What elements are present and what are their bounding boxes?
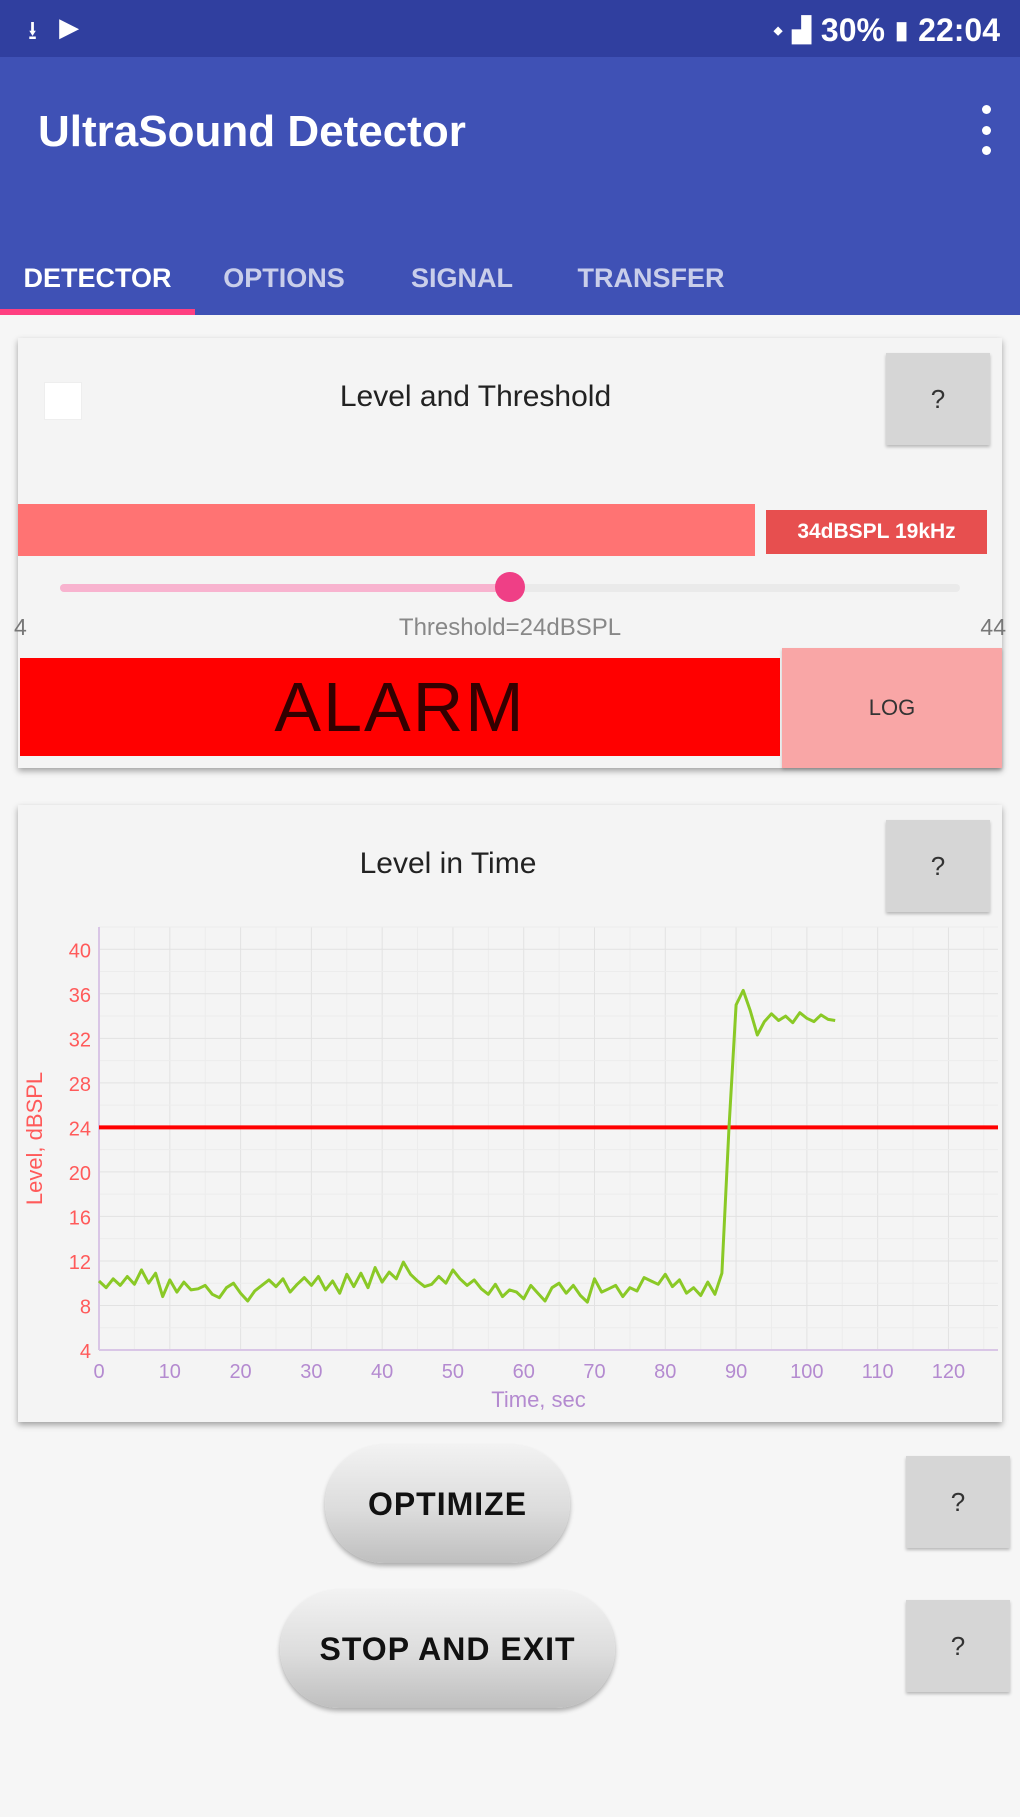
x-tick-label: 50	[442, 1361, 464, 1383]
status-system: ⬩ ▟ 30% ▮ 22:04	[774, 12, 1000, 49]
x-tick-label: 120	[932, 1361, 965, 1383]
y-tick-label: 16	[69, 1207, 91, 1229]
tab-options[interactable]: OPTIONS	[195, 242, 373, 315]
wifi-icon: ⬩	[773, 16, 783, 44]
alarm-indicator: ALARM	[20, 658, 780, 756]
play-store-icon: ▶	[59, 12, 80, 42]
y-tick-label: 28	[69, 1074, 91, 1096]
y-tick-label: 12	[69, 1252, 91, 1274]
x-tick-label: 60	[513, 1361, 535, 1383]
signal-icon: ▟	[792, 17, 811, 44]
log-button[interactable]: LOG	[782, 648, 1002, 768]
x-tick-label: 110	[862, 1361, 894, 1383]
tab-indicator	[0, 309, 195, 315]
battery-percent: 30%	[820, 12, 885, 48]
status-bar: ⭳ ▶ ⬩ ▟ 30% ▮ 22:04	[0, 0, 1020, 57]
level-in-time-card: Level in Time ? 4 8 12 16 20 24 28 32 36 40 0 10 20 3…	[18, 805, 1002, 1422]
app-title: UltraSound Detector	[38, 107, 466, 156]
y-tick-label: 20	[69, 1163, 91, 1185]
x-tick-label: 80	[654, 1361, 676, 1383]
x-tick-label: 10	[159, 1361, 181, 1383]
x-tick-label: 90	[725, 1361, 747, 1383]
clock: 22:04	[918, 12, 1000, 48]
threshold-slider-thumb[interactable]	[495, 572, 525, 602]
x-tick-label: 30	[300, 1361, 322, 1383]
optimize-button[interactable]: OPTIMIZE	[325, 1445, 570, 1563]
level-help-button[interactable]: ?	[886, 353, 990, 445]
tab-bar: DETECTOR OPTIONS SIGNAL TRANSFER	[0, 242, 1020, 315]
level-threshold-card: Level and Threshold ? 34dBSPL 19kHz 4 44…	[14, 338, 1006, 768]
tab-detector[interactable]: DETECTOR	[0, 242, 195, 315]
y-axis-title: Level, dBSPL	[22, 1072, 47, 1205]
x-tick-label: 100	[790, 1361, 823, 1383]
y-tick-label: 40	[69, 940, 91, 962]
x-axis-title: Time, sec	[491, 1387, 586, 1412]
app-bar: UltraSound Detector DETECTOR OPTIONS SIG…	[0, 57, 1020, 315]
time-help-button[interactable]: ?	[886, 820, 990, 912]
y-tick-label: 36	[69, 985, 91, 1007]
x-tick-label: 40	[371, 1361, 393, 1383]
stop-and-exit-button[interactable]: STOP AND EXIT	[280, 1590, 615, 1708]
level-readout: 34dBSPL 19kHz	[766, 510, 987, 554]
threshold-slider-fill	[60, 584, 510, 592]
level-threshold-title: Level and Threshold	[339, 380, 612, 413]
x-tick-label: 0	[93, 1361, 104, 1383]
y-tick-label: 32	[69, 1029, 91, 1051]
level-series-line	[97, 988, 836, 1304]
download-icon: ⭳	[28, 15, 38, 45]
optimize-help-button[interactable]: ?	[906, 1456, 1010, 1548]
stop-help-button[interactable]: ?	[906, 1600, 1010, 1692]
threshold-label: Threshold=24dBSPL	[398, 614, 622, 641]
y-tick-label: 4	[80, 1341, 91, 1363]
threshold-slider[interactable]	[60, 572, 960, 602]
tab-signal[interactable]: SIGNAL	[373, 242, 551, 315]
status-notifications: ⭳ ▶	[28, 12, 79, 56]
tab-transfer[interactable]: TRANSFER	[551, 242, 751, 315]
level-bar	[18, 504, 756, 556]
overflow-menu-icon[interactable]	[976, 105, 996, 155]
level-in-time-title: Level in Time	[359, 847, 537, 880]
x-tick-label: 20	[229, 1361, 251, 1383]
y-tick-label: 8	[80, 1296, 91, 1318]
y-tick-label: 24	[69, 1118, 91, 1140]
level-time-chart: 4 8 12 16 20 24 28 32 36 40 0 10 20 30 40 50 60 70 80 90 100…	[22, 926, 998, 1412]
x-tick-label: 70	[583, 1361, 605, 1383]
battery-icon: ▮	[894, 17, 909, 44]
